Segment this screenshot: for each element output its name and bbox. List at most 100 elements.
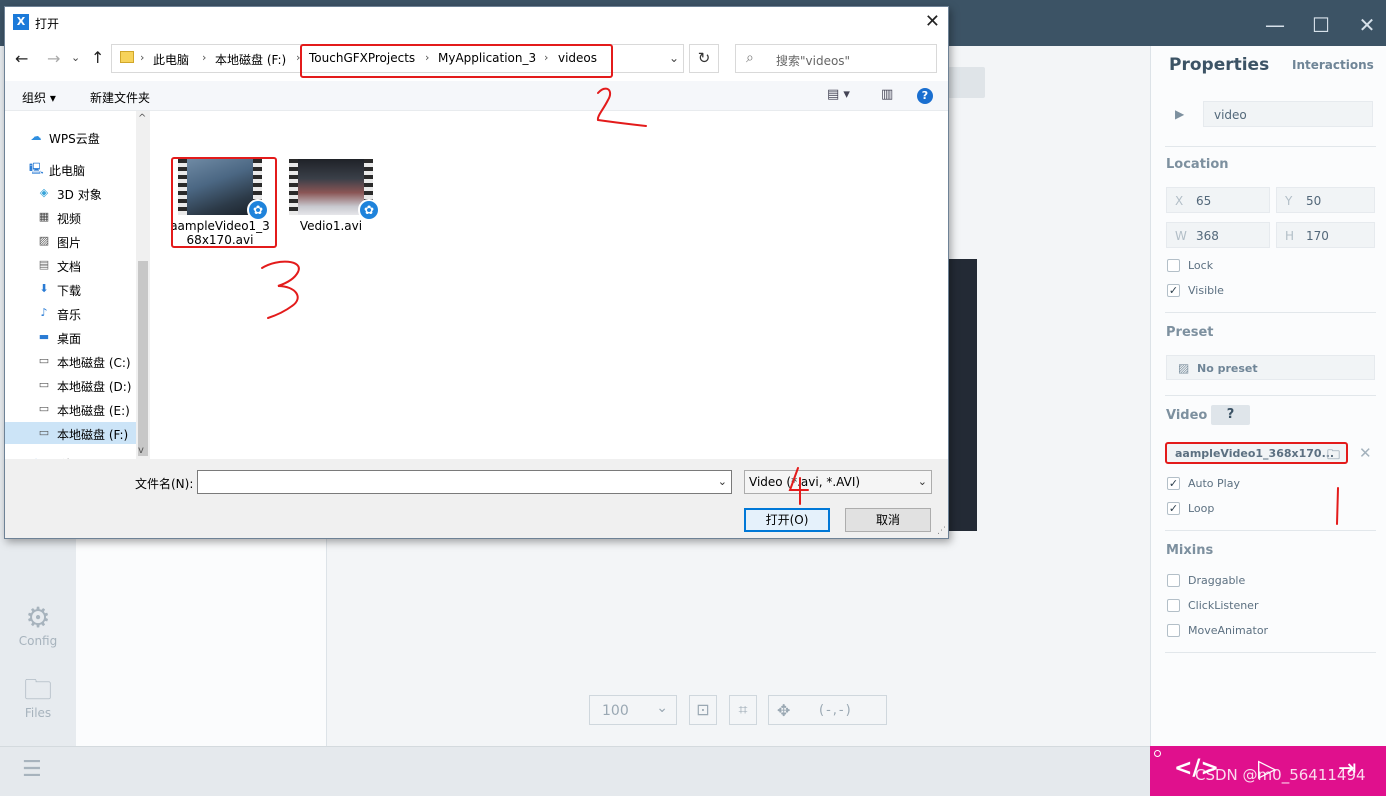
- h-field[interactable]: H 170: [1276, 222, 1375, 248]
- maximize-button[interactable]: ☐: [1308, 12, 1334, 38]
- h-value: 170: [1306, 229, 1329, 243]
- 3d-objects-icon: ◈: [39, 186, 49, 199]
- crop-button[interactable]: ⌗: [729, 695, 757, 725]
- folder-icon: [120, 51, 134, 63]
- sidebar-item-drive-f[interactable]: ▭ 本地磁盘 (F:): [5, 422, 136, 444]
- autoplay-check-box[interactable]: ✓: [1167, 477, 1180, 490]
- sidebar-item-desktop[interactable]: ▬ 桌面: [5, 326, 136, 348]
- back-arrow-icon[interactable]: ←: [15, 49, 28, 68]
- loop-label: Loop: [1188, 502, 1215, 515]
- dialog-toolbar: 组织 ▾ 新建文件夹 ▤ ▾ ▥ ?: [5, 81, 948, 111]
- sidebar-item-downloads[interactable]: ⬇ 下载: [5, 278, 136, 300]
- draggable-check-box[interactable]: [1167, 574, 1180, 587]
- sidebar-item-drive-c[interactable]: ▭ 本地磁盘 (C:): [5, 350, 136, 372]
- navigation-scrollbar[interactable]: ^ v: [136, 111, 150, 459]
- resize-grip[interactable]: ⋰: [937, 526, 946, 536]
- search-input[interactable]: ⌕ 搜索"videos": [735, 44, 937, 73]
- close-window-button[interactable]: ✕: [1354, 12, 1380, 38]
- sidebar-item-pictures[interactable]: ▨ 图片: [5, 230, 136, 252]
- folder-icon[interactable]: 🗀: [1327, 446, 1340, 462]
- preview-pane-icon[interactable]: ▥: [881, 87, 893, 102]
- sidebar-item-label: 本地磁盘 (E:): [57, 404, 130, 418]
- open-button[interactable]: 打开(O): [744, 508, 830, 532]
- lock-check-box[interactable]: [1167, 259, 1180, 272]
- sidebar-item-label: 本地磁盘 (F:): [57, 428, 129, 442]
- documents-folder-icon: ▤: [38, 258, 50, 271]
- organize-menu[interactable]: 组织 ▾: [22, 89, 56, 106]
- sidebar-item-this-pc[interactable]: 🖳 此电脑: [5, 158, 136, 180]
- x-value: 65: [1196, 194, 1212, 208]
- chevron-down-icon[interactable]: ⌄: [669, 51, 679, 65]
- chevron-down-icon[interactable]: ⌄: [718, 475, 727, 488]
- help-icon[interactable]: ?: [917, 88, 933, 104]
- sidebar-item-music[interactable]: ♪ 音乐: [5, 302, 136, 324]
- x-field[interactable]: X 65: [1166, 187, 1270, 213]
- preset-field[interactable]: ▨ No preset: [1166, 355, 1375, 380]
- dialog-close-button[interactable]: ✕: [925, 11, 940, 32]
- up-arrow-icon[interactable]: ↑: [91, 48, 104, 67]
- new-folder-button[interactable]: 新建文件夹: [90, 89, 150, 106]
- lock-label: Lock: [1188, 259, 1214, 272]
- view-options-icon[interactable]: ▤ ▾: [827, 87, 850, 102]
- move-icon: ✥: [777, 701, 791, 720]
- sidebar-item-drive-d[interactable]: ▭ 本地磁盘 (D:): [5, 374, 136, 396]
- app-icon: X: [13, 14, 29, 30]
- fit-screen-button[interactable]: ⊡: [689, 695, 717, 725]
- y-field[interactable]: Y 50: [1276, 187, 1375, 213]
- tab-properties[interactable]: Properties: [1169, 55, 1269, 75]
- recent-locations-icon[interactable]: ⌄: [71, 51, 80, 64]
- files-nav[interactable]: 🗀 Files: [0, 674, 76, 721]
- zoom-select[interactable]: 100 ⌄: [589, 695, 677, 725]
- filename-input[interactable]: ⌄: [197, 470, 732, 494]
- forward-arrow-icon[interactable]: →: [47, 49, 60, 68]
- sidebar-item-documents[interactable]: ▤ 文档: [5, 254, 136, 276]
- breadcrumb-separator: ›: [140, 51, 145, 64]
- dialog-title: 打开: [35, 17, 60, 31]
- drive-c-icon: ▭: [38, 354, 50, 367]
- refresh-button[interactable]: ↻: [689, 44, 719, 73]
- w-field[interactable]: W 368: [1166, 222, 1270, 248]
- gear-icon: ⚙: [25, 601, 51, 634]
- desktop-icon: ▬: [38, 330, 50, 343]
- sidebar-item-3d-objects[interactable]: ◈ 3D 对象: [5, 182, 136, 204]
- video-file-field[interactable]: aampleVideo1_368x170... 🗀: [1165, 442, 1348, 464]
- clear-video-icon[interactable]: ✕: [1359, 444, 1372, 462]
- visible-check-box[interactable]: ✓: [1167, 284, 1180, 297]
- menu-icon[interactable]: ☰: [22, 757, 42, 782]
- x-label: X: [1175, 194, 1184, 208]
- file-item-vedio1[interactable]: ✿ Vedio1.avi: [279, 155, 383, 247]
- w-label: W: [1175, 229, 1187, 243]
- dialog-titlebar: X 打开 ✕: [5, 7, 948, 37]
- loop-check-box[interactable]: ✓: [1167, 502, 1180, 515]
- download-icon: ⬇: [39, 282, 49, 295]
- cancel-button[interactable]: 取消: [845, 508, 931, 532]
- tab-interactions[interactable]: Interactions: [1292, 58, 1374, 72]
- moveanimator-check-box[interactable]: [1167, 624, 1180, 637]
- sidebar-item-network[interactable]: ◍ 网络: [5, 452, 136, 460]
- clicklistener-check-box[interactable]: [1167, 599, 1180, 612]
- sidebar-item-label: 视频: [57, 212, 82, 226]
- chevron-up-icon[interactable]: ^: [138, 113, 146, 124]
- separator: [1165, 312, 1376, 313]
- chevron-down-icon[interactable]: ⌄: [918, 475, 927, 488]
- video-help-button[interactable]: ?: [1211, 405, 1250, 425]
- sidebar-item-label: 本地磁盘 (D:): [57, 380, 132, 394]
- minimize-button[interactable]: —: [1262, 12, 1288, 38]
- widget-name-value: video: [1214, 108, 1247, 122]
- widget-name-field[interactable]: video: [1203, 101, 1373, 127]
- sidebar-item-drive-e[interactable]: ▭ 本地磁盘 (E:): [5, 398, 136, 420]
- breadcrumb-this-pc[interactable]: 此电脑: [153, 51, 189, 68]
- sidebar-item-wps-cloud[interactable]: ☁ WPS云盘: [5, 126, 136, 148]
- chevron-down-icon[interactable]: v: [138, 445, 144, 456]
- sidebar-item-label: 桌面: [57, 332, 82, 346]
- config-nav[interactable]: ⚙ Config: [0, 601, 76, 649]
- scrollbar-thumb[interactable]: [138, 261, 148, 456]
- filetype-select[interactable]: Video (*.avi, *.AVI) ⌄: [744, 470, 932, 494]
- breadcrumb-drive-f[interactable]: 本地磁盘 (F:): [215, 51, 286, 68]
- layers-button[interactable]: [948, 67, 985, 98]
- sidebar-item-label: 此电脑: [49, 164, 86, 178]
- status-dot: [1154, 750, 1161, 757]
- canvas-screen[interactable]: [948, 259, 977, 531]
- sidebar-item-videos[interactable]: ▦ 视频: [5, 206, 136, 228]
- separator: [1165, 652, 1376, 653]
